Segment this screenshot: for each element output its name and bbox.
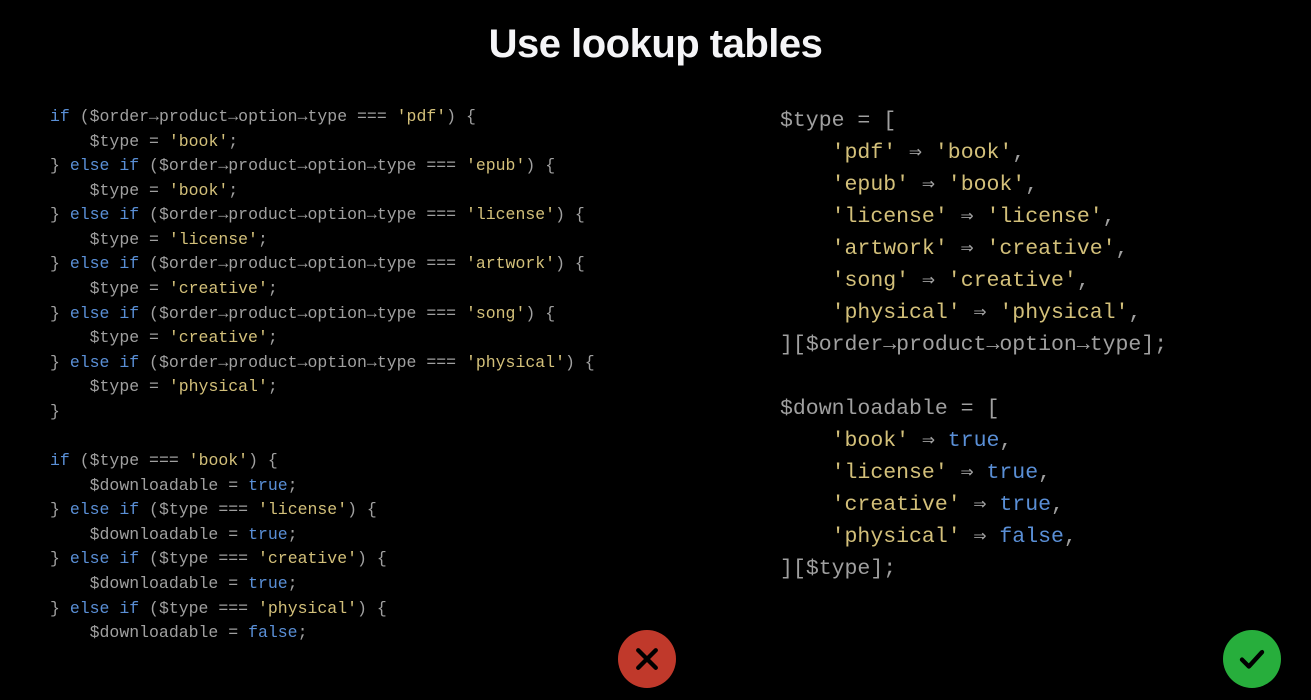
slide: Use lookup tables if ($order→product→opt… (0, 0, 1311, 700)
cross-icon (632, 644, 662, 674)
right-column: $type = [ 'pdf' ⇒ 'book', 'epub' ⇒ 'book… (770, 105, 1281, 585)
code-block-good: $type = [ 'pdf' ⇒ 'book', 'epub' ⇒ 'book… (780, 105, 1281, 585)
code-block-bad: if ($order→product→option→type === 'pdf'… (50, 105, 770, 646)
columns: if ($order→product→option→type === 'pdf'… (30, 105, 1281, 646)
left-column: if ($order→product→option→type === 'pdf'… (30, 105, 770, 646)
slide-title: Use lookup tables (30, 22, 1281, 67)
good-badge (1223, 630, 1281, 688)
bad-badge (618, 630, 676, 688)
check-icon (1237, 644, 1267, 674)
